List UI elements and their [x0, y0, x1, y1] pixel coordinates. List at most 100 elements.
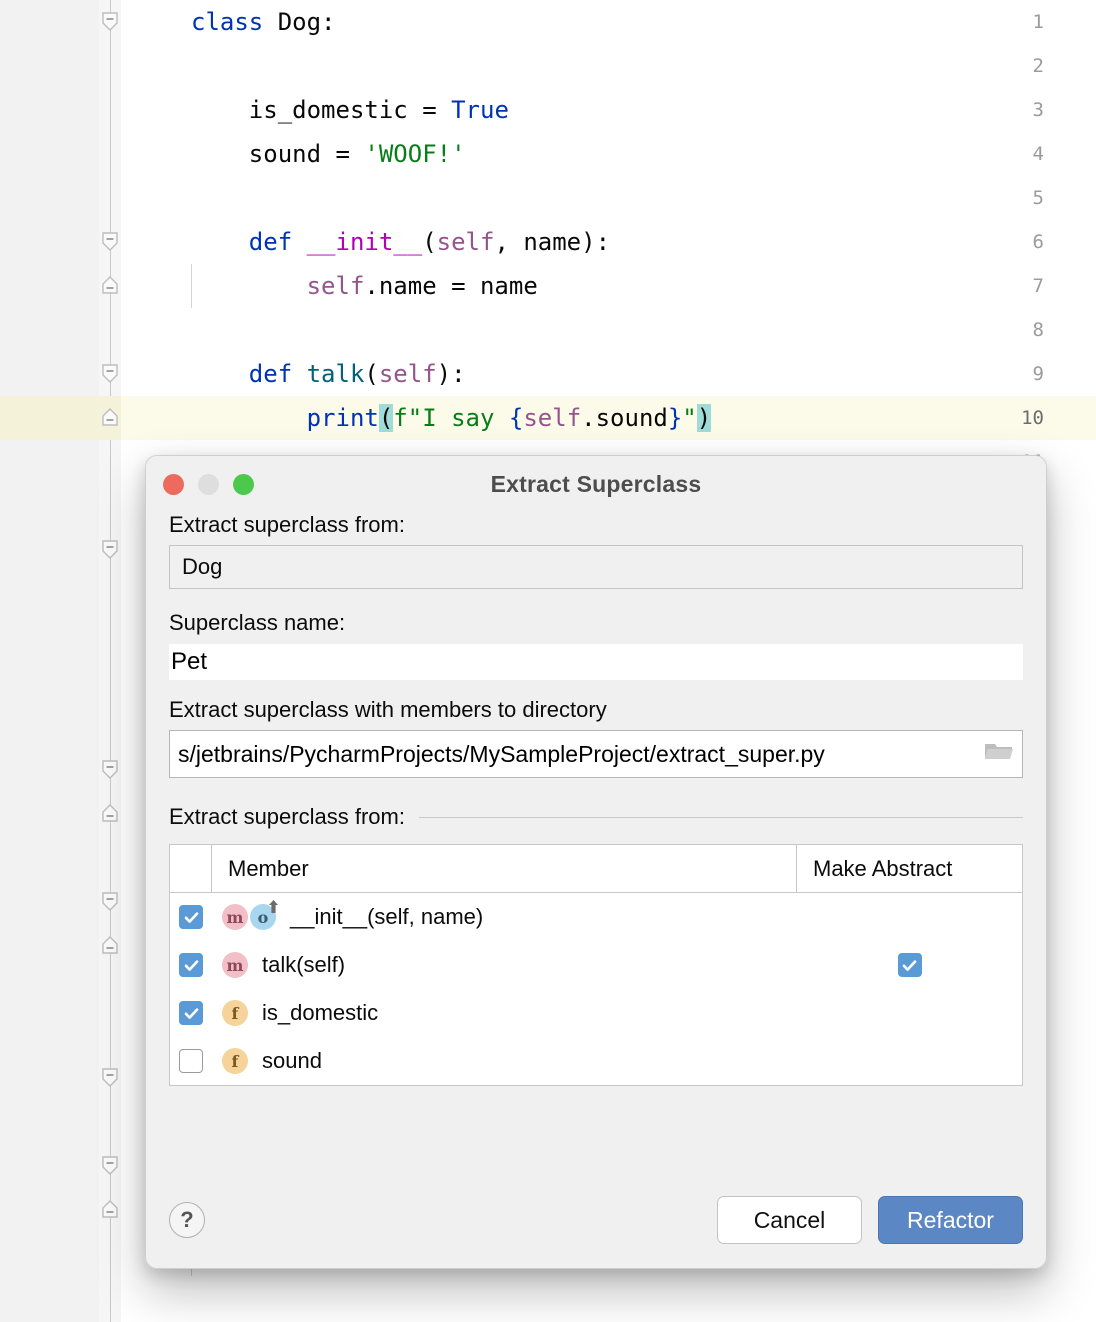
line-number: 5 [997, 176, 1096, 220]
line-number: 7 [997, 264, 1096, 308]
code-token: self [523, 404, 581, 432]
fold-marker-open[interactable] [100, 528, 120, 572]
code-token: True [451, 96, 509, 124]
dialog-footer: ? Cancel Refactor [146, 1172, 1046, 1268]
code-token: ) [697, 404, 711, 432]
code-line: class Dog: [191, 0, 336, 44]
code-token: is_domestic = [249, 96, 451, 124]
code-token: { [509, 404, 523, 432]
dialog-title: Extract Superclass [146, 471, 1046, 498]
code-token: ): [437, 360, 466, 388]
fold-marker-open[interactable] [100, 1144, 120, 1188]
dialog-titlebar[interactable]: Extract Superclass [146, 456, 1046, 512]
line-number: 1 [997, 0, 1096, 44]
refactor-button[interactable]: Refactor [878, 1196, 1023, 1244]
editor-gutter [0, 0, 99, 1322]
extract-superclass-dialog[interactable]: Extract Superclass Extract superclass fr… [145, 455, 1047, 1269]
override-arrow-icon [267, 899, 280, 918]
code-token: ( [379, 404, 393, 432]
cell-select[interactable] [170, 905, 212, 929]
directory-input[interactable]: s/jetbrains/PycharmProjects/MySampleProj… [169, 730, 1023, 778]
line-number: 3 [997, 88, 1096, 132]
fold-marker-open[interactable] [100, 352, 120, 396]
fold-marker-open[interactable] [100, 1056, 120, 1100]
fold-marker-close[interactable] [100, 1188, 120, 1232]
code-token: self [437, 228, 495, 256]
table-row[interactable]: mo __init__(self, name) [170, 893, 1022, 941]
cell-member: f sound [212, 1048, 797, 1074]
code-line: print(f"I say {self.sound}") [307, 396, 712, 440]
row-checkbox[interactable] [179, 905, 203, 929]
fold-marker-close[interactable] [100, 264, 120, 308]
superclass-name-input[interactable]: Pet [169, 644, 1023, 680]
table-body: mo __init__(self, name) m talk(self) [170, 893, 1022, 1085]
code-token: def [249, 228, 307, 256]
cell-make-abstract[interactable] [797, 953, 1022, 977]
code-token: __init__ [307, 228, 423, 256]
superclass-name-label: Superclass name: [169, 610, 1023, 636]
line-number: 6 [997, 220, 1096, 264]
code-token: sound = [249, 140, 365, 168]
directory-label: Extract superclass with members to direc… [169, 697, 1023, 723]
members-table[interactable]: Member Make Abstract mo __init__(self, n… [169, 844, 1023, 1086]
fold-marker-open[interactable] [100, 0, 120, 44]
cell-select[interactable] [170, 953, 212, 977]
line-number: 2 [997, 44, 1096, 88]
fold-marker-close[interactable] [100, 792, 120, 836]
fold-marker-open[interactable] [100, 748, 120, 792]
extract-from-field[interactable]: Dog [169, 545, 1023, 589]
line-number: 10 [997, 396, 1096, 440]
member-name: __init__(self, name) [290, 904, 483, 930]
row-checkbox[interactable] [179, 1001, 203, 1025]
cell-select[interactable] [170, 1001, 212, 1025]
cell-member: mo __init__(self, name) [212, 904, 797, 930]
cell-select[interactable] [170, 1049, 212, 1073]
section-divider [419, 817, 1023, 818]
column-header-make-abstract[interactable]: Make Abstract [797, 845, 1022, 892]
override-icon: o [250, 904, 276, 930]
fold-marker-open[interactable] [100, 880, 120, 924]
cancel-button[interactable]: Cancel [717, 1196, 862, 1244]
table-row[interactable]: m talk(self) [170, 941, 1022, 989]
table-row[interactable]: f is_domestic [170, 989, 1022, 1037]
table-header-checkbox-col [170, 845, 212, 892]
code-token: } [668, 404, 682, 432]
cell-member: f is_domestic [212, 1000, 797, 1026]
code-line: sound = 'WOOF!' [249, 132, 466, 176]
member-name: talk(self) [262, 952, 345, 978]
fold-marker-close[interactable] [100, 396, 120, 440]
table-row[interactable]: f sound [170, 1037, 1022, 1085]
code-token: .sound [581, 404, 668, 432]
code-line: def talk(self): [249, 352, 466, 396]
code-token: f"I say [393, 404, 509, 432]
code-token: print [307, 404, 379, 432]
line-number: 9 [997, 352, 1096, 396]
field-icon: f [222, 1000, 248, 1026]
extract-from-label: Extract superclass from: [169, 512, 1023, 538]
help-button[interactable]: ? [169, 1202, 205, 1238]
method-icon: m [222, 904, 248, 930]
column-header-member[interactable]: Member [212, 845, 797, 892]
fold-marker-close[interactable] [100, 924, 120, 968]
dialog-body: Extract superclass from: Dog Superclass … [146, 512, 1046, 1086]
member-name: is_domestic [262, 1000, 378, 1026]
code-token: class [191, 8, 278, 36]
member-name: sound [262, 1048, 322, 1074]
folder-icon[interactable] [984, 739, 1014, 769]
code-token: self [307, 272, 365, 300]
code-token: self [379, 360, 437, 388]
code-token: " [682, 404, 696, 432]
code-token: , name): [494, 228, 610, 256]
row-checkbox[interactable] [179, 1049, 203, 1073]
code-token: Dog: [278, 8, 336, 36]
fold-marker-open[interactable] [100, 220, 120, 264]
fold-rail-line [110, 0, 111, 1322]
code-line: def __init__(self, name): [249, 220, 610, 264]
row-checkbox[interactable] [179, 953, 203, 977]
extract-from-value: Dog [182, 554, 222, 580]
code-token: def [249, 360, 307, 388]
make-abstract-checkbox[interactable] [898, 953, 922, 977]
code-token: talk [307, 360, 365, 388]
code-token: ( [364, 360, 378, 388]
field-icon: f [222, 1048, 248, 1074]
